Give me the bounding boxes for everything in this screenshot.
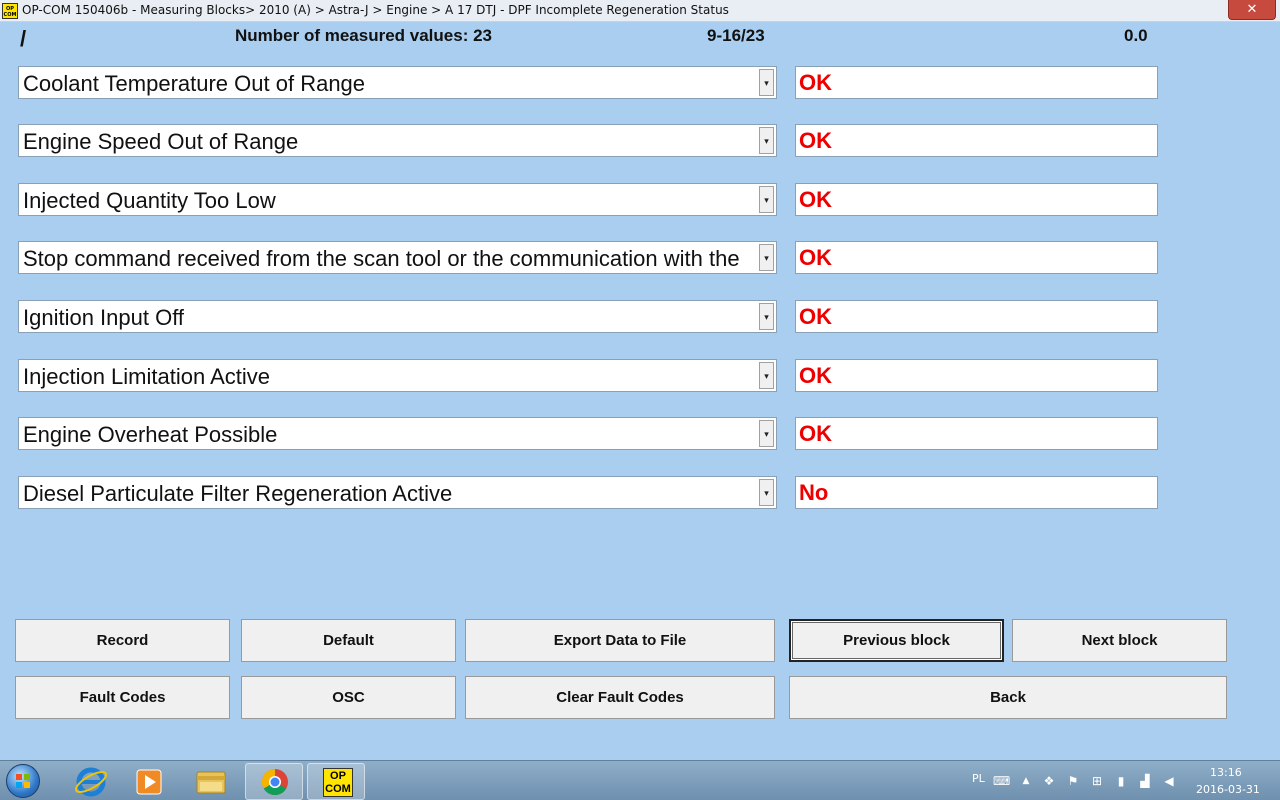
- measure-label: Stop command received from the scan tool…: [23, 246, 740, 271]
- clock-time[interactable]: 13:16: [1210, 766, 1242, 779]
- measure-row: Engine Speed Out of Range ▾ OK: [18, 124, 1158, 157]
- measure-value-box: OK: [795, 417, 1158, 450]
- measure-value-box: OK: [795, 183, 1158, 216]
- next-block-button[interactable]: Next block: [1012, 619, 1227, 662]
- keyboard-icon[interactable]: ⌨: [993, 774, 1010, 788]
- measure-row: Engine Overheat Possible ▾ OK: [18, 417, 1158, 450]
- measure-label: Engine Overheat Possible: [23, 422, 278, 447]
- measure-value-box: OK: [795, 66, 1158, 99]
- measure-value: OK: [799, 304, 832, 329]
- measure-value-box: OK: [795, 359, 1158, 392]
- clock-date[interactable]: 2016-03-31: [1196, 783, 1260, 796]
- close-button[interactable]: ✕: [1228, 0, 1276, 20]
- measure-row: Stop command received from the scan tool…: [18, 241, 1158, 274]
- opcom-logo-icon: OP COM: [323, 768, 353, 797]
- dropdown-arrow-icon[interactable]: ▾: [759, 186, 774, 213]
- measure-row: Injected Quantity Too Low ▾ OK: [18, 183, 1158, 216]
- measure-label: Coolant Temperature Out of Range: [23, 71, 366, 96]
- chrome-icon[interactable]: [245, 763, 303, 800]
- block-range: 9-16/23: [707, 26, 765, 45]
- internet-explorer-icon[interactable]: [62, 763, 120, 800]
- fault-codes-button[interactable]: Fault Codes: [15, 676, 230, 719]
- language-indicator[interactable]: PL: [972, 772, 985, 785]
- osc-button[interactable]: OSC: [241, 676, 456, 719]
- volume-muted-icon[interactable]: ◀: [1162, 774, 1176, 788]
- dropdown-arrow-icon[interactable]: ▾: [759, 362, 774, 389]
- measure-value-box: OK: [795, 300, 1158, 333]
- measure-select[interactable]: Injection Limitation Active ▾: [18, 359, 777, 392]
- opcom-taskbar-icon[interactable]: OP COM: [307, 763, 365, 800]
- measure-select[interactable]: Stop command received from the scan tool…: [18, 241, 777, 274]
- window-title: OP-COM 150406b - Measuring Blocks> 2010 …: [22, 3, 729, 17]
- clear-fault-codes-button[interactable]: Clear Fault Codes: [465, 676, 775, 719]
- default-button[interactable]: Default: [241, 619, 456, 662]
- opcom-logo-icon: OP COM: [2, 3, 18, 19]
- measure-label: Injected Quantity Too Low: [23, 188, 276, 213]
- windows-flag-icon: [16, 774, 30, 788]
- measure-value: OK: [799, 128, 832, 153]
- title-bar: OP COM OP-COM 150406b - Measuring Blocks…: [0, 0, 1280, 22]
- record-button[interactable]: Record: [15, 619, 230, 662]
- battery-icon[interactable]: ▮: [1114, 774, 1128, 788]
- header-value: 0.0: [1124, 26, 1148, 45]
- measure-select[interactable]: Coolant Temperature Out of Range ▾: [18, 66, 777, 99]
- measured-values-count: Number of measured values: 23: [235, 26, 492, 45]
- measure-label: Injection Limitation Active: [23, 364, 271, 389]
- dropbox-icon[interactable]: ❖: [1042, 774, 1056, 788]
- measure-label: Engine Speed Out of Range: [23, 129, 299, 154]
- dropdown-arrow-icon[interactable]: ▾: [759, 127, 774, 154]
- dropdown-arrow-icon[interactable]: ▾: [759, 303, 774, 330]
- media-player-icon[interactable]: [120, 763, 178, 800]
- measure-value-box: No: [795, 476, 1158, 509]
- file-explorer-icon[interactable]: [182, 763, 240, 800]
- measure-select[interactable]: Ignition Input Off ▾: [18, 300, 777, 333]
- measure-row: Diesel Particulate Filter Regeneration A…: [18, 476, 1158, 509]
- measure-select[interactable]: Injected Quantity Too Low ▾: [18, 183, 777, 216]
- measure-value: OK: [799, 187, 832, 212]
- export-data-button[interactable]: Export Data to File: [465, 619, 775, 662]
- measure-value: OK: [799, 70, 832, 95]
- dropdown-arrow-icon[interactable]: ▾: [759, 479, 774, 506]
- measure-value: OK: [799, 363, 832, 388]
- measure-select[interactable]: Engine Speed Out of Range ▾: [18, 124, 777, 157]
- measure-select[interactable]: Engine Overheat Possible ▾: [18, 417, 777, 450]
- network-signal-icon[interactable]: ▟: [1138, 774, 1152, 788]
- back-button[interactable]: Back: [789, 676, 1227, 719]
- measure-value: OK: [799, 245, 832, 270]
- measure-row: Ignition Input Off ▾ OK: [18, 300, 1158, 333]
- taskbar: OP COM PL ⌨ ▲ ❖ ⚑ ⊞ ▮ ▟ ◀ 13:16 2016-03-…: [0, 760, 1280, 800]
- measure-value: OK: [799, 421, 832, 446]
- dropdown-arrow-icon[interactable]: ▾: [759, 244, 774, 271]
- measure-label: Diesel Particulate Filter Regeneration A…: [23, 481, 453, 506]
- start-orb-icon[interactable]: [6, 764, 40, 798]
- show-hidden-icons-icon[interactable]: ▲: [1019, 774, 1033, 788]
- dropdown-arrow-icon[interactable]: ▾: [759, 420, 774, 447]
- header-slash: /: [20, 26, 27, 51]
- measure-label: Ignition Input Off: [23, 305, 185, 330]
- dropdown-arrow-icon[interactable]: ▾: [759, 69, 774, 96]
- previous-block-button[interactable]: Previous block: [789, 619, 1004, 662]
- windows-icon[interactable]: ⊞: [1090, 774, 1104, 788]
- measure-value-box: OK: [795, 124, 1158, 157]
- measure-value: No: [799, 480, 829, 505]
- action-center-flag-icon[interactable]: ⚑: [1066, 774, 1080, 788]
- measure-value-box: OK: [795, 241, 1158, 274]
- measure-select[interactable]: Diesel Particulate Filter Regeneration A…: [18, 476, 777, 509]
- measure-row: Injection Limitation Active ▾ OK: [18, 359, 1158, 392]
- measure-row: Coolant Temperature Out of Range ▾ OK: [18, 66, 1158, 99]
